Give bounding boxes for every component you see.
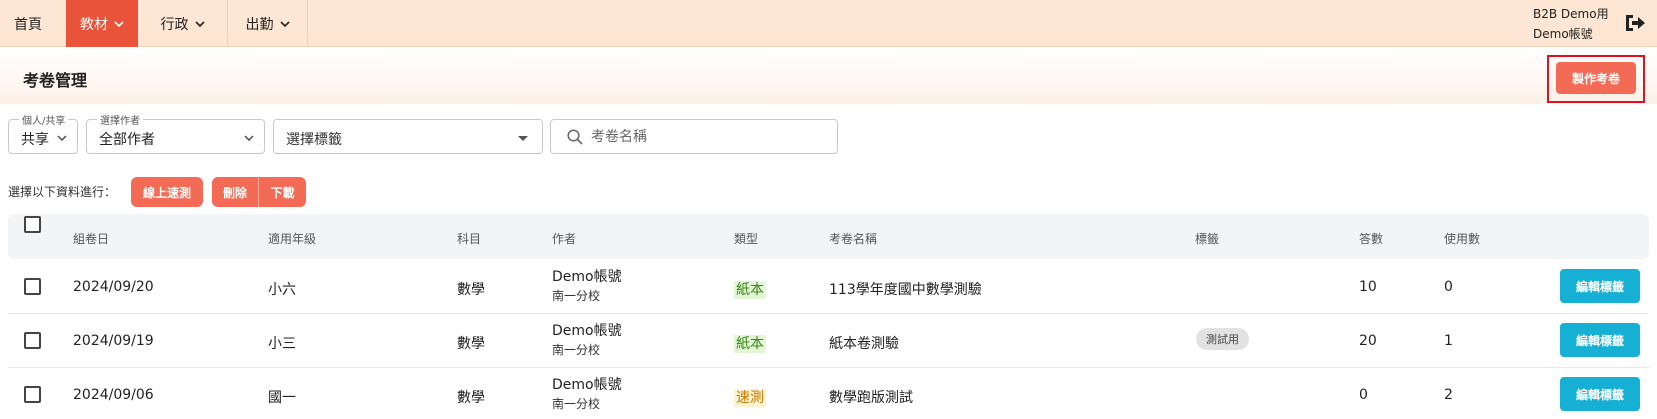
row-answers: 0	[1359, 387, 1368, 403]
row-checkbox[interactable]	[24, 278, 41, 295]
row-answers: 10	[1359, 279, 1377, 295]
row-subject: 數學	[457, 282, 485, 298]
row-grade: 國一	[268, 390, 296, 406]
row-author-name: Demo帳號	[552, 269, 622, 285]
row-type: 紙本	[734, 333, 766, 353]
make-exam-button[interactable]: 製作考卷	[1556, 62, 1636, 94]
row-answers: 20	[1359, 333, 1377, 349]
delete-button[interactable]: 刪除	[212, 177, 259, 207]
row-author-name: Demo帳號	[552, 323, 622, 339]
scope-label: 個人/共享	[19, 112, 69, 127]
header-grade: 適用年級	[268, 232, 317, 246]
page-header	[0, 48, 1657, 104]
author-label: 選擇作者	[97, 112, 143, 127]
row-author: Demo帳號 南一分校	[552, 322, 622, 360]
nav-home-label: 首頁	[14, 16, 42, 33]
chevron-down-icon	[194, 20, 205, 27]
user-info: B2B Demo用 Demo帳號	[1533, 4, 1609, 44]
chevron-down-icon	[279, 20, 290, 27]
row-grade: 小三	[268, 336, 296, 352]
header-tag: 標籤	[1195, 232, 1220, 246]
row-exam-name: 紙本卷測驗	[829, 336, 899, 352]
user-line1: B2B Demo用	[1533, 7, 1609, 21]
row-author-name: Demo帳號	[552, 377, 622, 393]
header-subject: 科目	[457, 232, 482, 246]
action-label: 選擇以下資料進行：	[8, 185, 117, 199]
search-icon	[567, 129, 583, 145]
tag-select-value: 選擇標籤	[286, 132, 342, 148]
row-divider	[8, 367, 1649, 368]
row-subject: 數學	[457, 336, 485, 352]
type-badge: 速測	[734, 389, 766, 407]
row-date: 2024/09/06	[73, 387, 154, 403]
author-value: 全部作者	[99, 132, 155, 148]
author-select[interactable]: 選擇作者 全部作者	[86, 112, 265, 154]
row-date: 2024/09/20	[73, 279, 154, 295]
type-badge: 紙本	[734, 281, 766, 299]
row-subject: 數學	[457, 390, 485, 406]
nav-materials[interactable]: 教材	[66, 0, 138, 47]
nav-attendance-label: 出勤	[245, 16, 274, 33]
header-date[interactable]: 組卷日	[73, 230, 109, 247]
row-usage: 2	[1444, 387, 1453, 403]
download-button[interactable]: 下載	[259, 177, 306, 207]
scope-select[interactable]: 個人/共享 共享	[8, 112, 78, 154]
row-author: Demo帳號 南一分校	[552, 268, 622, 306]
edit-tag-button[interactable]: 編輯標籤	[1560, 377, 1640, 411]
row-type: 紙本	[734, 279, 766, 299]
header-usage: 使用數	[1444, 232, 1481, 246]
nav-admin-label: 行政	[160, 16, 189, 33]
nav-home[interactable]: 首頁	[0, 0, 56, 47]
row-author-branch: 南一分校	[552, 397, 601, 411]
type-badge: 紙本	[734, 335, 766, 353]
header-type: 類型	[734, 232, 759, 246]
row-type: 速測	[734, 387, 766, 407]
row-checkbox[interactable]	[24, 386, 41, 403]
top-nav: 首頁 教材 行政 出勤 B2B Demo用 Demo帳號	[0, 0, 1657, 47]
row-grade: 小六	[268, 282, 296, 298]
search-input[interactable]	[591, 126, 831, 148]
nav-materials-label: 教材	[80, 16, 108, 33]
page-title: 考卷管理	[23, 71, 88, 90]
search-box[interactable]	[550, 119, 838, 154]
scope-value: 共享	[21, 132, 49, 148]
row-date: 2024/09/19	[73, 333, 154, 349]
row-author-branch: 南一分校	[552, 289, 601, 303]
chevron-down-icon	[114, 20, 124, 27]
row-divider	[8, 313, 1649, 314]
nav-admin[interactable]: 行政	[138, 0, 228, 47]
online-test-button[interactable]: 線上速測	[131, 177, 203, 207]
edit-tag-button[interactable]: 編輯標籤	[1560, 323, 1640, 357]
row-author: Demo帳號 南一分校	[552, 376, 622, 414]
row-checkbox[interactable]	[24, 332, 41, 349]
tag-chip: 測試用	[1196, 328, 1249, 350]
row-usage: 1	[1444, 333, 1453, 349]
row-usage: 0	[1444, 279, 1453, 295]
header-author: 作者	[552, 232, 577, 246]
user-line2: Demo帳號	[1533, 27, 1593, 41]
chevron-down-icon	[244, 135, 254, 141]
row-author-branch: 南一分校	[552, 343, 601, 357]
chevron-down-icon	[57, 135, 67, 141]
edit-tag-button[interactable]: 編輯標籤	[1560, 269, 1640, 303]
header-name: 考卷名稱	[829, 232, 878, 246]
header-answers: 答數	[1359, 232, 1384, 246]
logout-icon[interactable]	[1624, 13, 1646, 33]
row-exam-name: 113學年度國中數學測驗	[829, 282, 982, 298]
caret-down-icon	[518, 136, 528, 141]
row-exam-name: 數學跑版測試	[829, 390, 913, 406]
nav-attendance[interactable]: 出勤	[228, 0, 308, 47]
tag-select[interactable]: 選擇標籤	[273, 119, 543, 154]
select-all-checkbox[interactable]	[24, 216, 41, 233]
